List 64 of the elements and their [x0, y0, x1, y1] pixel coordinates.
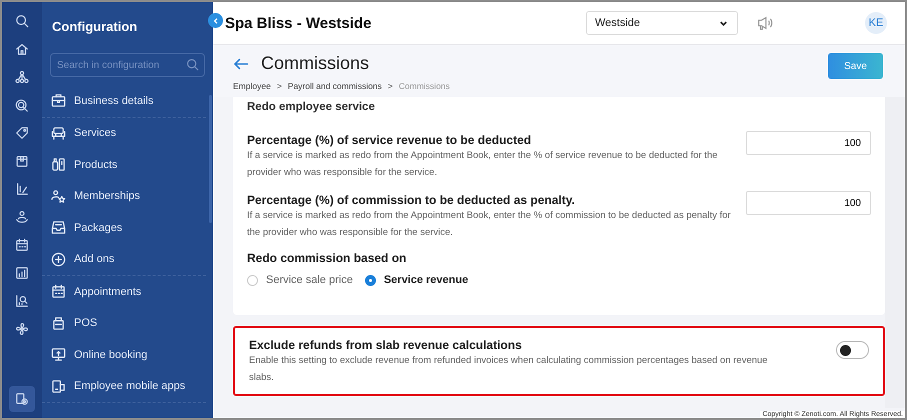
chair-icon — [51, 126, 66, 141]
menu-item[interactable]: Appointments — [42, 276, 206, 308]
setting-label: Percentage (%) of service revenue to be deducted — [247, 133, 532, 147]
home-icon[interactable] — [15, 42, 29, 56]
number-field[interactable]: 100 — [746, 131, 871, 155]
members-icon — [51, 188, 66, 204]
breadcrumb-link[interactable]: Employee — [233, 81, 271, 91]
business-title: Spa Bliss - Westside — [225, 14, 372, 32]
panel-title: Configuration — [51, 18, 138, 36]
setting-label: Redo commission based on — [247, 251, 408, 265]
breadcrumb-separator: > — [388, 81, 393, 91]
settings-icon[interactable] — [15, 392, 29, 406]
people-network-icon[interactable] — [15, 70, 29, 84]
analytics-icon[interactable] — [15, 294, 29, 308]
mobile-icon — [51, 378, 66, 394]
calendar-icon[interactable] — [15, 238, 29, 252]
menu-item[interactable]: Employee mobile apps — [42, 370, 206, 403]
target-icon[interactable] — [15, 98, 29, 112]
menu-item[interactable]: Add ons — [42, 244, 206, 276]
menu-item[interactable]: Memberships — [42, 180, 206, 212]
location-dropdown[interactable]: Westside — [586, 11, 738, 35]
radio-button[interactable] — [247, 274, 258, 286]
search-icon — [186, 58, 199, 71]
setting-description: Enable this setting to exclude revenue from refunded invoices when calculating commission percentages based on revenue slabs. — [249, 354, 769, 385]
setting-description: If a service is marked as redo from the Appointment Book, enter the % of service revenue to be deducted for the provider who was responsible for the service. — [247, 149, 719, 180]
scrollbar-thumb[interactable] — [209, 95, 212, 223]
calendar-icon — [51, 284, 66, 300]
person-icon[interactable] — [15, 210, 29, 224]
number-field[interactable]: 100 — [746, 191, 871, 215]
radio-label[interactable]: Service sale price — [266, 274, 353, 286]
menu-item[interactable]: POS — [42, 308, 206, 339]
nav-button[interactable] — [9, 386, 35, 412]
tag-icon[interactable] — [15, 126, 29, 140]
toggle-switch[interactable] — [836, 341, 869, 359]
register-icon — [51, 316, 66, 331]
briefcase-icon — [51, 93, 66, 108]
search-field[interactable]: Search in configuration — [50, 53, 205, 77]
megaphone-icon[interactable] — [756, 14, 774, 32]
tray-icon — [51, 220, 66, 236]
report-icon[interactable] — [15, 266, 29, 280]
menu-item[interactable]: Products — [42, 149, 206, 180]
chart-icon[interactable] — [15, 182, 29, 196]
menu-item[interactable]: Services — [42, 118, 206, 149]
page-title: Commissions — [261, 53, 370, 74]
back-arrow-icon[interactable] — [233, 56, 249, 70]
fan-icon[interactable] — [15, 322, 29, 336]
bottles-icon — [51, 157, 66, 172]
user-avatar[interactable]: KE — [865, 12, 887, 34]
breadcrumb-link[interactable]: Payroll and commissions — [288, 81, 382, 91]
section-heading: Redo employee service — [247, 101, 376, 115]
collapse-button[interactable] — [208, 13, 223, 28]
setting-label: Percentage (%) of commission to be deducted as penalty. — [247, 193, 576, 207]
breadcrumb-separator: > — [276, 81, 282, 91]
setting-description: If a service is marked as redo from the Appointment Book, enter the % of commission to be deducted as penalty for the provider who was responsible for the service. — [247, 209, 732, 240]
radio-button[interactable] — [364, 274, 376, 286]
menu-item[interactable]: Packages — [42, 212, 206, 244]
radio-label[interactable]: Service revenue — [384, 274, 468, 286]
add-icon — [51, 252, 66, 267]
menu-item[interactable]: Online booking — [42, 339, 206, 370]
search-icon[interactable] — [15, 14, 29, 28]
menu-item[interactable]: Business details — [42, 85, 206, 118]
box-icon[interactable] — [15, 154, 29, 168]
setting-label: Exclude refunds from slab revenue calculations — [249, 338, 523, 352]
monitor-icon — [51, 347, 66, 362]
